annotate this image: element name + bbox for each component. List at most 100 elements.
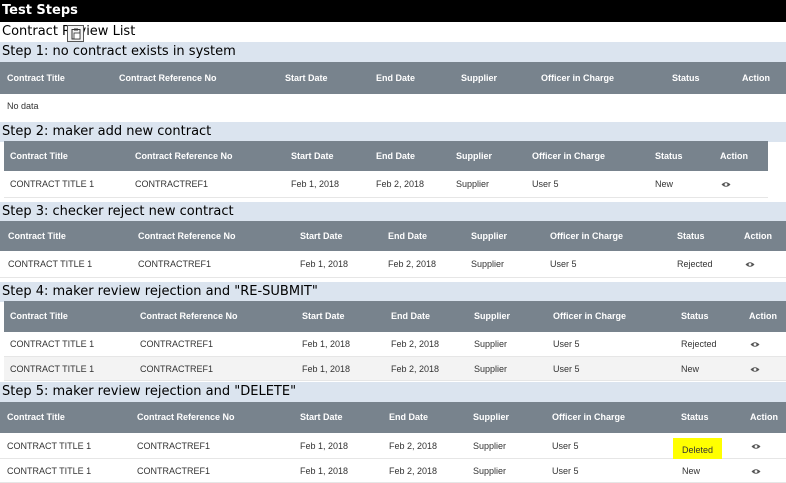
table-header: Contract Title Contract Reference No Sta… (0, 62, 786, 94)
cell-ref: CONTRACTREF1 (135, 179, 209, 189)
col-end-date[interactable]: End Date (391, 301, 430, 332)
col-contract-title[interactable]: Contract Title (7, 402, 65, 433)
col-contract-title[interactable]: Contract Title (10, 141, 68, 171)
cell-title: CONTRACT TITLE 1 (10, 179, 95, 189)
cell-end: Feb 2, 2018 (391, 364, 440, 374)
col-end-date[interactable]: End Date (376, 62, 415, 94)
cell-end: Feb 2, 2018 (391, 339, 440, 349)
table-row[interactable]: CONTRACT TITLE 1 CONTRACTREF1 Feb 1, 201… (4, 332, 786, 357)
cell-start: Feb 1, 2018 (302, 364, 351, 374)
eye-icon[interactable] (721, 171, 731, 198)
col-contract-ref[interactable]: Contract Reference No (137, 402, 235, 433)
cell-status: Rejected (681, 339, 717, 349)
col-supplier[interactable]: Supplier (456, 141, 492, 171)
col-officer[interactable]: Officer in Charge (541, 62, 614, 94)
col-action: Action (720, 151, 748, 161)
table-header: Contract Title Contract Reference No Sta… (4, 301, 786, 332)
cell-officer: User 5 (553, 364, 580, 374)
table-header: Contract Title Contract Reference No Sta… (0, 221, 786, 251)
cell-officer: User 5 (552, 441, 579, 451)
col-start-date[interactable]: Start Date (300, 221, 343, 251)
cell-ref: CONTRACTREF1 (140, 339, 214, 349)
cell-title: CONTRACT TITLE 1 (7, 441, 92, 451)
col-status[interactable]: Status (677, 221, 705, 251)
cell-officer: User 5 (553, 339, 580, 349)
col-contract-title[interactable]: Contract Title (7, 62, 65, 94)
col-status[interactable]: Status (681, 301, 709, 332)
col-contract-ref[interactable]: Contract Reference No (140, 301, 238, 332)
cell-start: Feb 1, 2018 (300, 441, 349, 451)
cell-supplier: Supplier (471, 259, 505, 269)
col-action: Action (750, 412, 778, 422)
col-contract-title[interactable]: Contract Title (8, 221, 66, 251)
cell-end: Feb 2, 2018 (389, 466, 438, 476)
cell-start: Feb 1, 2018 (302, 339, 351, 349)
col-start-date[interactable]: Start Date (291, 141, 334, 171)
cell-supplier: Supplier (474, 364, 508, 374)
cell-supplier: Supplier (474, 339, 508, 349)
table-row[interactable]: CONTRACT TITLE 1 CONTRACTREF1 Feb 1, 201… (4, 171, 768, 198)
col-officer[interactable]: Officer in Charge (552, 402, 625, 433)
col-officer[interactable]: Officer in Charge (532, 141, 605, 171)
table-row[interactable]: CONTRACT TITLE 1 CONTRACTREF1 Feb 1, 201… (0, 459, 786, 483)
col-contract-ref[interactable]: Contract Reference No (138, 221, 236, 251)
table-header: Contract Title Contract Reference No Sta… (0, 402, 786, 433)
col-start-date[interactable]: Start Date (285, 62, 328, 94)
col-status[interactable]: Status (681, 402, 709, 433)
cell-status: Rejected (677, 259, 713, 269)
page-subtitle: Contract Review List (0, 22, 786, 42)
cell-officer: User 5 (552, 466, 579, 476)
eye-icon[interactable] (751, 459, 761, 483)
col-status[interactable]: Status (672, 62, 700, 94)
step-1-label: Step 1: no contract exists in system (0, 42, 786, 62)
col-end-date[interactable]: End Date (388, 221, 427, 251)
cell-officer: User 5 (550, 259, 577, 269)
table-row[interactable]: CONTRACT TITLE 1 CONTRACTREF1 Feb 1, 201… (0, 251, 786, 278)
eye-icon[interactable] (745, 251, 755, 278)
step-5-label: Step 5: maker review rejection and "DELE… (0, 382, 786, 402)
paste-options-icon[interactable] (67, 25, 84, 42)
cell-ref: CONTRACTREF1 (137, 441, 211, 451)
step-3-table: Contract Title Contract Reference No Sta… (0, 221, 786, 278)
table-header: Contract Title Contract Reference No Sta… (4, 141, 768, 171)
col-supplier[interactable]: Supplier (473, 402, 509, 433)
col-contract-title[interactable]: Contract Title (10, 301, 68, 332)
cell-start: Feb 1, 2018 (300, 466, 349, 476)
table-row[interactable]: CONTRACT TITLE 1 CONTRACTREF1 Feb 1, 201… (4, 357, 786, 381)
col-action: Action (742, 73, 770, 83)
col-end-date[interactable]: End Date (389, 402, 428, 433)
col-officer[interactable]: Officer in Charge (553, 301, 626, 332)
step-4-label: Step 4: maker review rejection and "RE-S… (0, 282, 786, 302)
col-supplier[interactable]: Supplier (474, 301, 510, 332)
col-start-date[interactable]: Start Date (302, 301, 345, 332)
cell-start: Feb 1, 2018 (300, 259, 349, 269)
cell-supplier: Supplier (473, 466, 507, 476)
cell-end: Feb 2, 2018 (389, 441, 438, 451)
cell-end: Feb 2, 2018 (376, 179, 425, 189)
page-title: Test Steps (0, 0, 786, 22)
eye-icon[interactable] (750, 357, 760, 381)
table-row[interactable]: CONTRACT TITLE 1 CONTRACTREF1 Feb 1, 201… (0, 433, 786, 462)
step-3-label: Step 3: checker reject new contract (0, 202, 786, 222)
cell-start: Feb 1, 2018 (291, 179, 340, 189)
cell-title: CONTRACT TITLE 1 (10, 364, 95, 374)
cell-supplier: Supplier (456, 179, 490, 189)
cell-end: Feb 2, 2018 (388, 259, 437, 269)
col-end-date[interactable]: End Date (376, 141, 415, 171)
col-start-date[interactable]: Start Date (300, 402, 343, 433)
step-1-table: Contract Title Contract Reference No Sta… (0, 62, 786, 121)
cell-title: CONTRACT TITLE 1 (10, 339, 95, 349)
col-officer[interactable]: Officer in Charge (550, 221, 623, 251)
step-2-table: Contract Title Contract Reference No Sta… (4, 141, 768, 198)
col-supplier[interactable]: Supplier (471, 221, 507, 251)
eye-icon[interactable] (751, 433, 761, 459)
cell-ref: CONTRACTREF1 (137, 466, 211, 476)
step-2-label: Step 2: maker add new contract (0, 122, 786, 142)
col-status[interactable]: Status (655, 141, 683, 171)
step-5-table: Contract Title Contract Reference No Sta… (0, 402, 786, 483)
col-contract-ref[interactable]: Contract Reference No (119, 62, 217, 94)
eye-icon[interactable] (750, 332, 760, 357)
cell-status: New (655, 179, 674, 189)
col-supplier[interactable]: Supplier (461, 62, 497, 94)
col-contract-ref[interactable]: Contract Reference No (135, 141, 233, 171)
